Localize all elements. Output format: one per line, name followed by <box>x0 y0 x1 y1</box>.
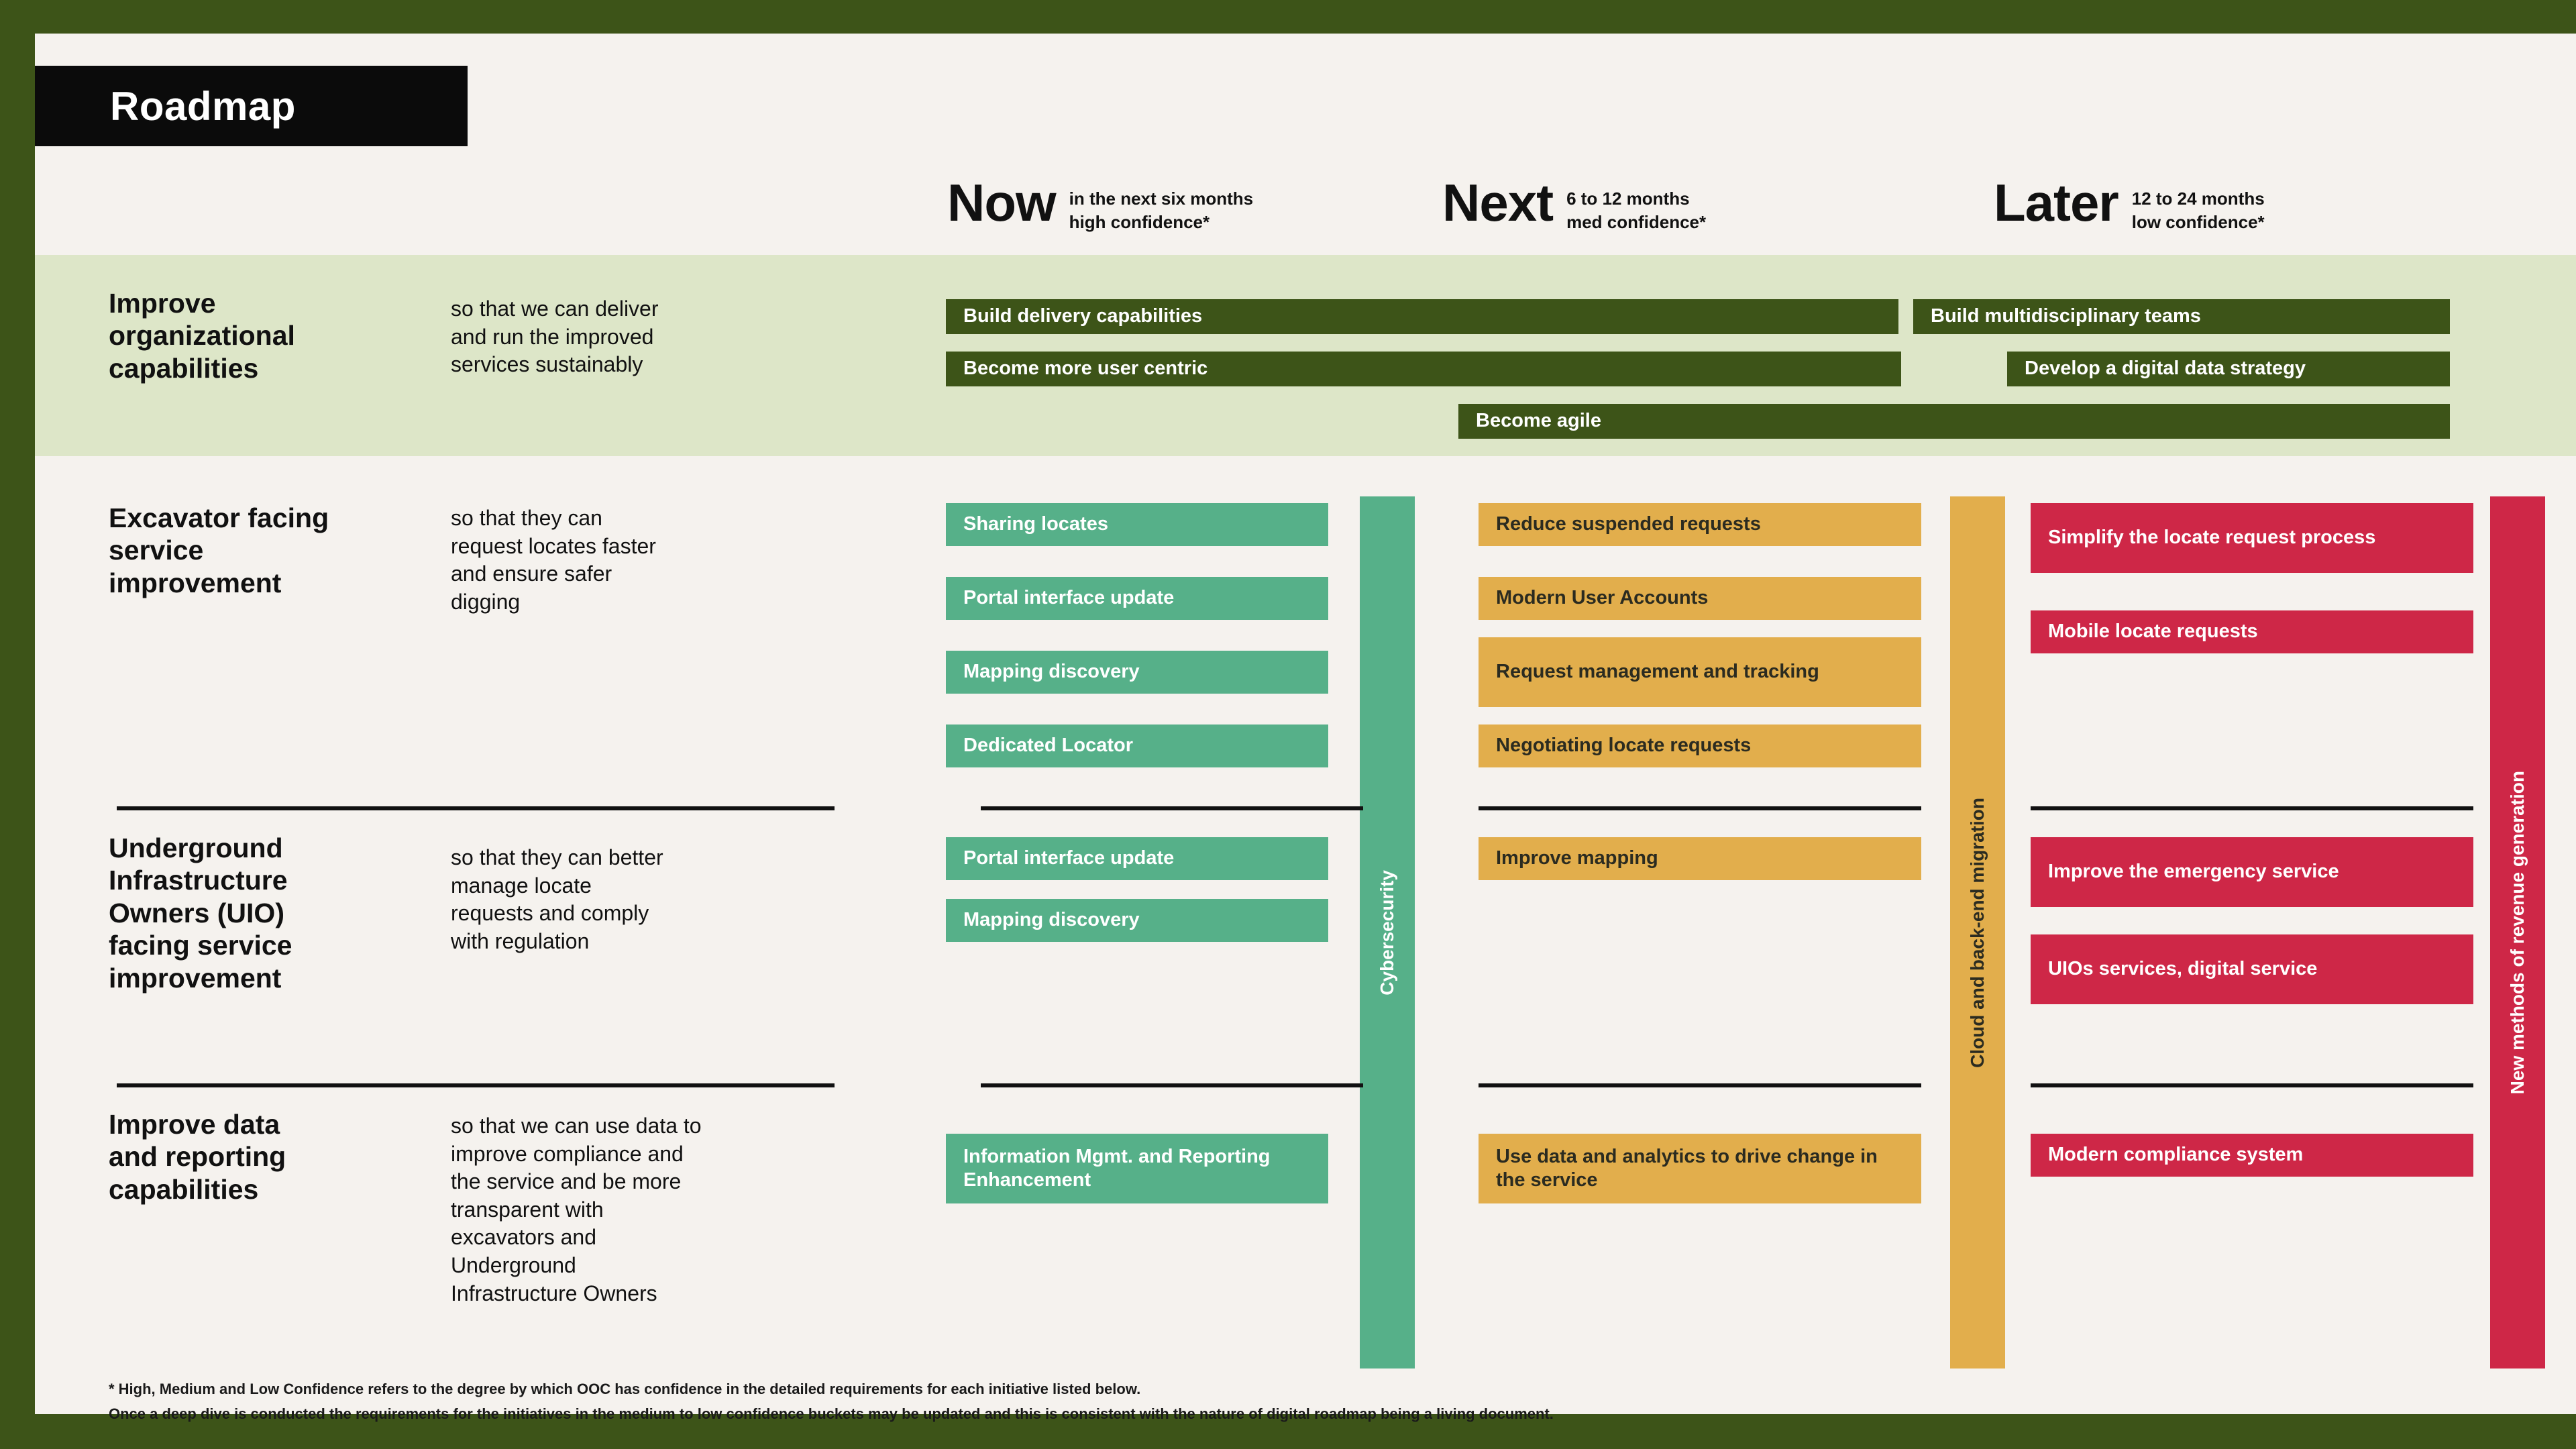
row-divider-label-1 <box>117 806 835 810</box>
initiative-negotiating-locate-requests[interactable]: Negotiating locate requests <box>1479 724 1921 767</box>
theme-bar-cloud-migration[interactable]: Cloud and back-end migration <box>1950 496 2005 1368</box>
initiative-improve-mapping[interactable]: Improve mapping <box>1479 837 1921 880</box>
column-confidence-now: high confidence* <box>1069 212 1210 233</box>
initiative-become-agile[interactable]: Become agile <box>1458 404 2450 439</box>
row-divider-next-1 <box>1479 806 1921 810</box>
initiative-modern-user-accounts[interactable]: Modern User Accounts <box>1479 577 1921 620</box>
column-timeframe-now: in the next six months <box>1069 189 1254 209</box>
column-timeframe-next: 6 to 12 months <box>1566 189 1690 209</box>
row-label-organizational-capabilities: Improve organizational capabilities <box>109 288 295 384</box>
initiative-reduce-suspended-requests[interactable]: Reduce suspended requests <box>1479 503 1921 546</box>
column-header-now: Now in the next six months high confidenc… <box>947 173 1254 234</box>
page-title: Roadmap <box>110 83 296 129</box>
theme-bar-cybersecurity-label: Cybersecurity <box>1377 869 1397 996</box>
initiative-build-multidisciplinary-teams[interactable]: Build multidisciplinary teams <box>1913 299 2450 334</box>
initiative-become-more-user-centric[interactable]: Become more user centric <box>946 352 1901 386</box>
row-divider-label-2 <box>117 1083 835 1087</box>
row-divider-now-2 <box>981 1083 1363 1087</box>
column-confidence-next: med confidence* <box>1566 212 1707 233</box>
footnote-confidence: * High, Medium and Low Confidence refers… <box>109 1381 1141 1397</box>
row-divider-later-2 <box>2031 1083 2473 1087</box>
initiative-portal-interface-update-uio[interactable]: Portal interface update <box>946 837 1328 880</box>
initiative-sharing-locates[interactable]: Sharing locates <box>946 503 1328 546</box>
initiative-dedicated-locator[interactable]: Dedicated Locator <box>946 724 1328 767</box>
column-header-next: Next 6 to 12 months med confidence* <box>1442 173 1707 234</box>
roadmap-canvas: Roadmap Now in the next six months high c… <box>35 34 2576 1422</box>
column-name-later: Later <box>1994 173 2119 232</box>
initiative-use-data-and-analytics[interactable]: Use data and analytics to drive change i… <box>1479 1134 1921 1203</box>
initiative-build-delivery-capabilities[interactable]: Build delivery capabilities <box>946 299 1898 334</box>
row-label-excavator-facing: Excavator facing service improvement <box>109 502 329 598</box>
initiative-develop-a-digital-data-strategy[interactable]: Develop a digital data strategy <box>2007 352 2450 386</box>
initiative-simplify-the-locate-request-process[interactable]: Simplify the locate request process <box>2031 503 2473 573</box>
initiative-modern-compliance-system[interactable]: Modern compliance system <box>2031 1134 2473 1177</box>
initiative-mobile-locate-requests[interactable]: Mobile locate requests <box>2031 610 2473 653</box>
row-divider-next-2 <box>1479 1083 1921 1087</box>
theme-bar-cloud-migration-label: Cloud and back-end migration <box>1967 797 1988 1068</box>
theme-bar-revenue-generation[interactable]: New methods of revenue generation <box>2490 496 2545 1368</box>
row-label-data-reporting: Improve data and reporting capabilities <box>109 1109 286 1205</box>
initiative-improve-the-emergency-service[interactable]: Improve the emergency service <box>2031 837 2473 907</box>
column-timeframe-later: 12 to 24 months <box>2131 189 2265 209</box>
theme-bar-cybersecurity[interactable]: Cybersecurity <box>1360 496 1415 1368</box>
row-description-organizational-capabilities: so that we can deliver and run the impro… <box>451 297 659 377</box>
column-name-now: Now <box>947 173 1057 232</box>
column-header-later: Later 12 to 24 months low confidence* <box>1994 173 2265 234</box>
initiative-information-mgmt-and-reporting-enhancement[interactable]: Information Mgmt. and Reporting Enhancem… <box>946 1134 1328 1203</box>
row-divider-later-1 <box>2031 806 2473 810</box>
row-description-excavator-facing: so that they can request locates faster … <box>451 506 656 614</box>
initiative-portal-interface-update-excavator[interactable]: Portal interface update <box>946 577 1328 620</box>
initiative-mapping-discovery-uio[interactable]: Mapping discovery <box>946 899 1328 942</box>
row-description-data-reporting: so that we can use data to improve compl… <box>451 1114 702 1305</box>
initiative-mapping-discovery-excavator[interactable]: Mapping discovery <box>946 651 1328 694</box>
row-divider-now-1 <box>981 806 1363 810</box>
column-name-next: Next <box>1442 173 1554 232</box>
theme-bar-revenue-generation-label: New methods of revenue generation <box>2507 770 2528 1095</box>
title-block: Roadmap <box>35 66 468 146</box>
column-confidence-later: low confidence* <box>2131 212 2265 233</box>
row-label-uio-facing: Underground Infrastructure Owners (UIO) … <box>109 833 292 994</box>
initiative-request-management-and-tracking[interactable]: Request management and tracking <box>1479 637 1921 707</box>
footnote-deep-dive: Once a deep dive is conducted the requir… <box>109 1405 1554 1422</box>
initiative-uios-services-digital-service[interactable]: UIOs services, digital service <box>2031 934 2473 1004</box>
row-description-uio-facing: so that they can better manage locate re… <box>451 845 663 953</box>
